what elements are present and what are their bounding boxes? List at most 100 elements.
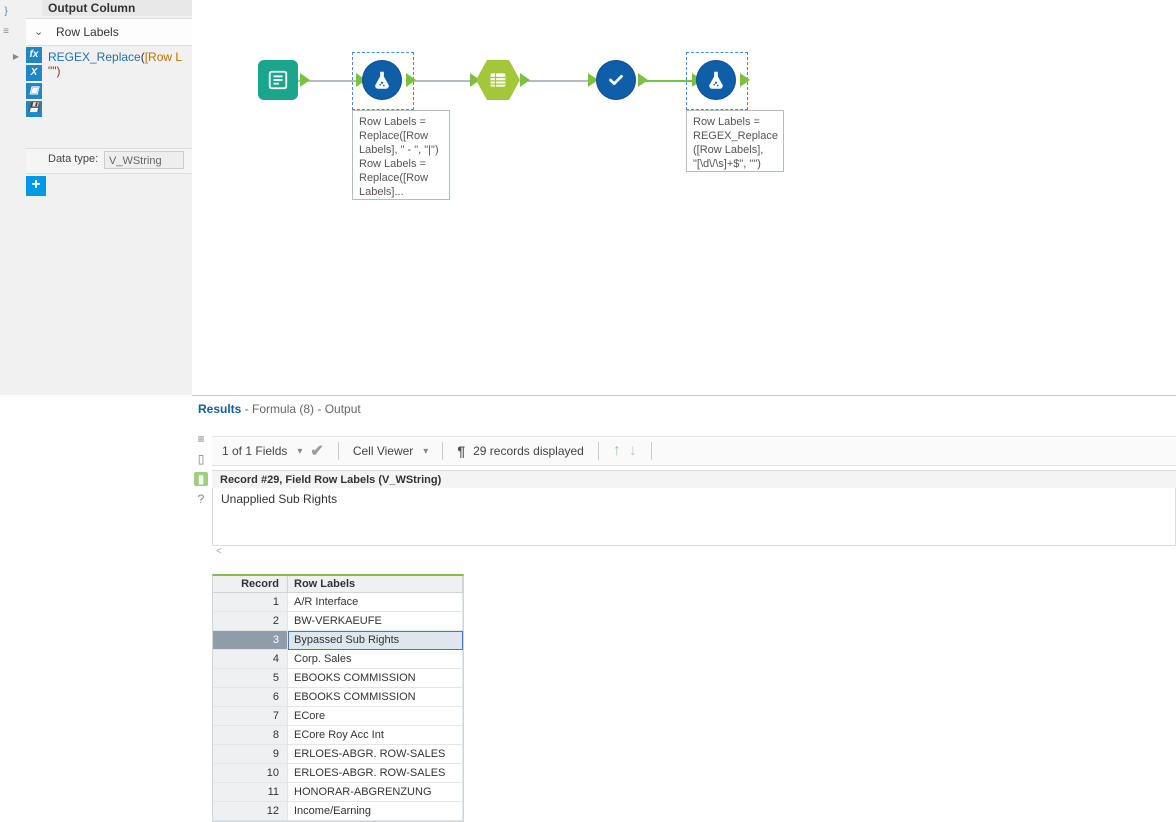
row-labels-cell[interactable]: ECore Roy Acc Int — [288, 726, 463, 745]
col-header-record[interactable]: Record — [213, 576, 288, 593]
row-labels-cell[interactable]: EBOOKS COMMISSION — [288, 669, 463, 688]
annotation-line: Row Labels = — [359, 158, 426, 170]
output-field-name: Row Labels — [56, 25, 119, 39]
table-row[interactable]: 12Income/Earning — [213, 802, 463, 821]
record-number-cell[interactable]: 5 — [213, 669, 288, 688]
row-labels-cell[interactable]: ECore — [288, 707, 463, 726]
annotation-line: Labels], " - ", "|") — [359, 144, 439, 156]
row-labels-cell[interactable]: Corp. Sales — [288, 650, 463, 669]
tool-annotation-2[interactable]: Row Labels = REGEX_Replace ([Row Labels]… — [686, 110, 784, 172]
record-number-cell[interactable]: 3 — [213, 631, 288, 650]
select-tool[interactable] — [476, 60, 520, 100]
results-title-sub: - Formula (8) - Output — [241, 402, 360, 416]
annotation-line: REGEX_Replace — [693, 130, 778, 142]
tool-annotation-1[interactable]: Row Labels = Replace([Row Labels], " - "… — [352, 110, 450, 200]
flask-icon — [371, 69, 393, 91]
output-column-header: Output Column — [42, 0, 192, 16]
anchor-out-icon[interactable] — [406, 73, 416, 87]
records-count: 29 records displayed — [473, 444, 584, 458]
table-row[interactable]: 6EBOOKS COMMISSION — [213, 688, 463, 707]
table-row[interactable]: 11HONORAR-ABGRENZUNG — [213, 783, 463, 802]
apply-check-icon[interactable]: ✔ — [310, 441, 323, 461]
workflow-canvas[interactable]: Row Labels = Replace([Row Labels], " - "… — [192, 0, 1176, 395]
separator — [442, 442, 443, 460]
formula-tool-2[interactable] — [694, 58, 738, 102]
formula-expression[interactable]: REGEX_Replace([Row L "") — [48, 50, 190, 78]
fields-count[interactable]: 1 of 1 Fields — [222, 444, 287, 458]
table-row[interactable]: 3Bypassed Sub Rights — [213, 631, 463, 650]
file-icon — [267, 69, 289, 91]
table-row[interactable]: 8ECore Roy Acc Int — [213, 726, 463, 745]
arrow-down-icon[interactable]: ↓ — [629, 442, 637, 460]
annotation-line: ([Row Labels], — [693, 144, 763, 156]
record-number-cell[interactable]: 7 — [213, 707, 288, 726]
chevron-down-icon: ⌄ — [34, 25, 43, 38]
row-labels-cell[interactable]: ERLOES-ABGR. ROW-SALES — [288, 745, 463, 764]
record-number-cell[interactable]: 8 — [213, 726, 288, 745]
table-row[interactable]: 7ECore — [213, 707, 463, 726]
folder-icon[interactable]: ▣ — [26, 83, 42, 99]
separator — [598, 442, 599, 460]
table-row[interactable]: 9ERLOES-ABGR. ROW-SALES — [213, 745, 463, 764]
results-grid[interactable]: Record Row Labels 1A/R Interface2BW-VERK… — [212, 574, 464, 822]
row-labels-cell[interactable]: HONORAR-ABGRENZUNG — [288, 783, 463, 802]
data-type-label: Data type: — [48, 153, 98, 165]
add-expression-button[interactable]: + — [26, 176, 46, 196]
pilcrow-icon[interactable]: ¶ — [457, 443, 465, 459]
record-detail-value[interactable]: Unapplied Sub Rights — [212, 488, 1176, 546]
output-field-selector[interactable]: ⌄ Row Labels — [26, 18, 192, 46]
layout-icon[interactable]: ▯ — [194, 452, 208, 466]
results-panel: Results - Formula (8) - Output ≡ ▯ ▮ ? 1… — [192, 395, 1176, 817]
annotation-line: Replace([Row — [359, 172, 428, 184]
data-cleanse-tool[interactable] — [594, 58, 638, 102]
record-number-cell[interactable]: 11 — [213, 783, 288, 802]
anchor-out-icon[interactable] — [740, 73, 750, 87]
active-view-icon[interactable]: ▮ — [194, 472, 208, 486]
table-row[interactable]: 2BW-VERKAEUFE — [213, 612, 463, 631]
scroll-left-icon[interactable]: < — [216, 546, 222, 557]
record-number-cell[interactable]: 2 — [213, 612, 288, 631]
caret-down-icon[interactable]: ▾ — [423, 446, 428, 457]
table-row[interactable]: 5EBOOKS COMMISSION — [213, 669, 463, 688]
row-labels-cell[interactable]: ERLOES-ABGR. ROW-SALES — [288, 764, 463, 783]
record-number-cell[interactable]: 1 — [213, 593, 288, 612]
caret-icon[interactable]: ▶ — [11, 52, 21, 62]
list-icon[interactable]: ≡ — [194, 432, 208, 446]
col-header-rowlabels[interactable]: Row Labels — [288, 576, 463, 593]
record-number-cell[interactable]: 6 — [213, 688, 288, 707]
save-icon[interactable]: 💾 — [26, 101, 42, 117]
checkmark-icon — [605, 69, 627, 91]
separator — [651, 442, 652, 460]
input-data-tool[interactable] — [258, 60, 298, 100]
table-row[interactable]: 4Corp. Sales — [213, 650, 463, 669]
table-row[interactable]: 10ERLOES-ABGR. ROW-SALES — [213, 764, 463, 783]
record-number-cell[interactable]: 9 — [213, 745, 288, 764]
table-row[interactable]: 1A/R Interface — [213, 593, 463, 612]
record-detail-header: Record #29, Field Row Labels (V_WString) — [212, 470, 1176, 489]
caret-down-icon[interactable]: ▾ — [297, 446, 302, 457]
grid-header-row: Record Row Labels — [213, 576, 463, 593]
formula-config-panel: } ≡ ▶ Output Column ⌄ Row Labels fx X ▣ … — [0, 0, 192, 395]
flask-icon — [705, 69, 727, 91]
anchor-out-icon[interactable] — [520, 73, 530, 87]
connector — [640, 80, 698, 82]
data-type-value[interactable]: V_WString — [104, 151, 184, 169]
formula-tool-1[interactable] — [360, 58, 404, 102]
menu-icon[interactable]: ≡ — [1, 26, 11, 36]
arrow-up-icon[interactable]: ↑ — [613, 442, 621, 460]
row-labels-cell[interactable]: EBOOKS COMMISSION — [288, 688, 463, 707]
row-labels-cell[interactable]: A/R Interface — [288, 593, 463, 612]
record-number-cell[interactable]: 4 — [213, 650, 288, 669]
row-labels-cell[interactable]: Income/Earning — [288, 802, 463, 821]
cell-viewer-button[interactable]: Cell Viewer — [353, 444, 413, 458]
anchor-out-icon[interactable] — [300, 73, 310, 87]
fx-icon[interactable]: fx — [26, 47, 42, 63]
formula-side-icons: fx X ▣ 💾 — [26, 47, 44, 119]
record-number-cell[interactable]: 12 — [213, 802, 288, 821]
row-labels-cell[interactable]: BW-VERKAEUFE — [288, 612, 463, 631]
record-number-cell[interactable]: 10 — [213, 764, 288, 783]
help-icon[interactable]: ? — [194, 492, 208, 506]
row-labels-cell[interactable]: Bypassed Sub Rights — [288, 631, 463, 650]
variable-icon[interactable]: X — [26, 65, 42, 81]
anchor-out-icon[interactable] — [638, 73, 648, 87]
